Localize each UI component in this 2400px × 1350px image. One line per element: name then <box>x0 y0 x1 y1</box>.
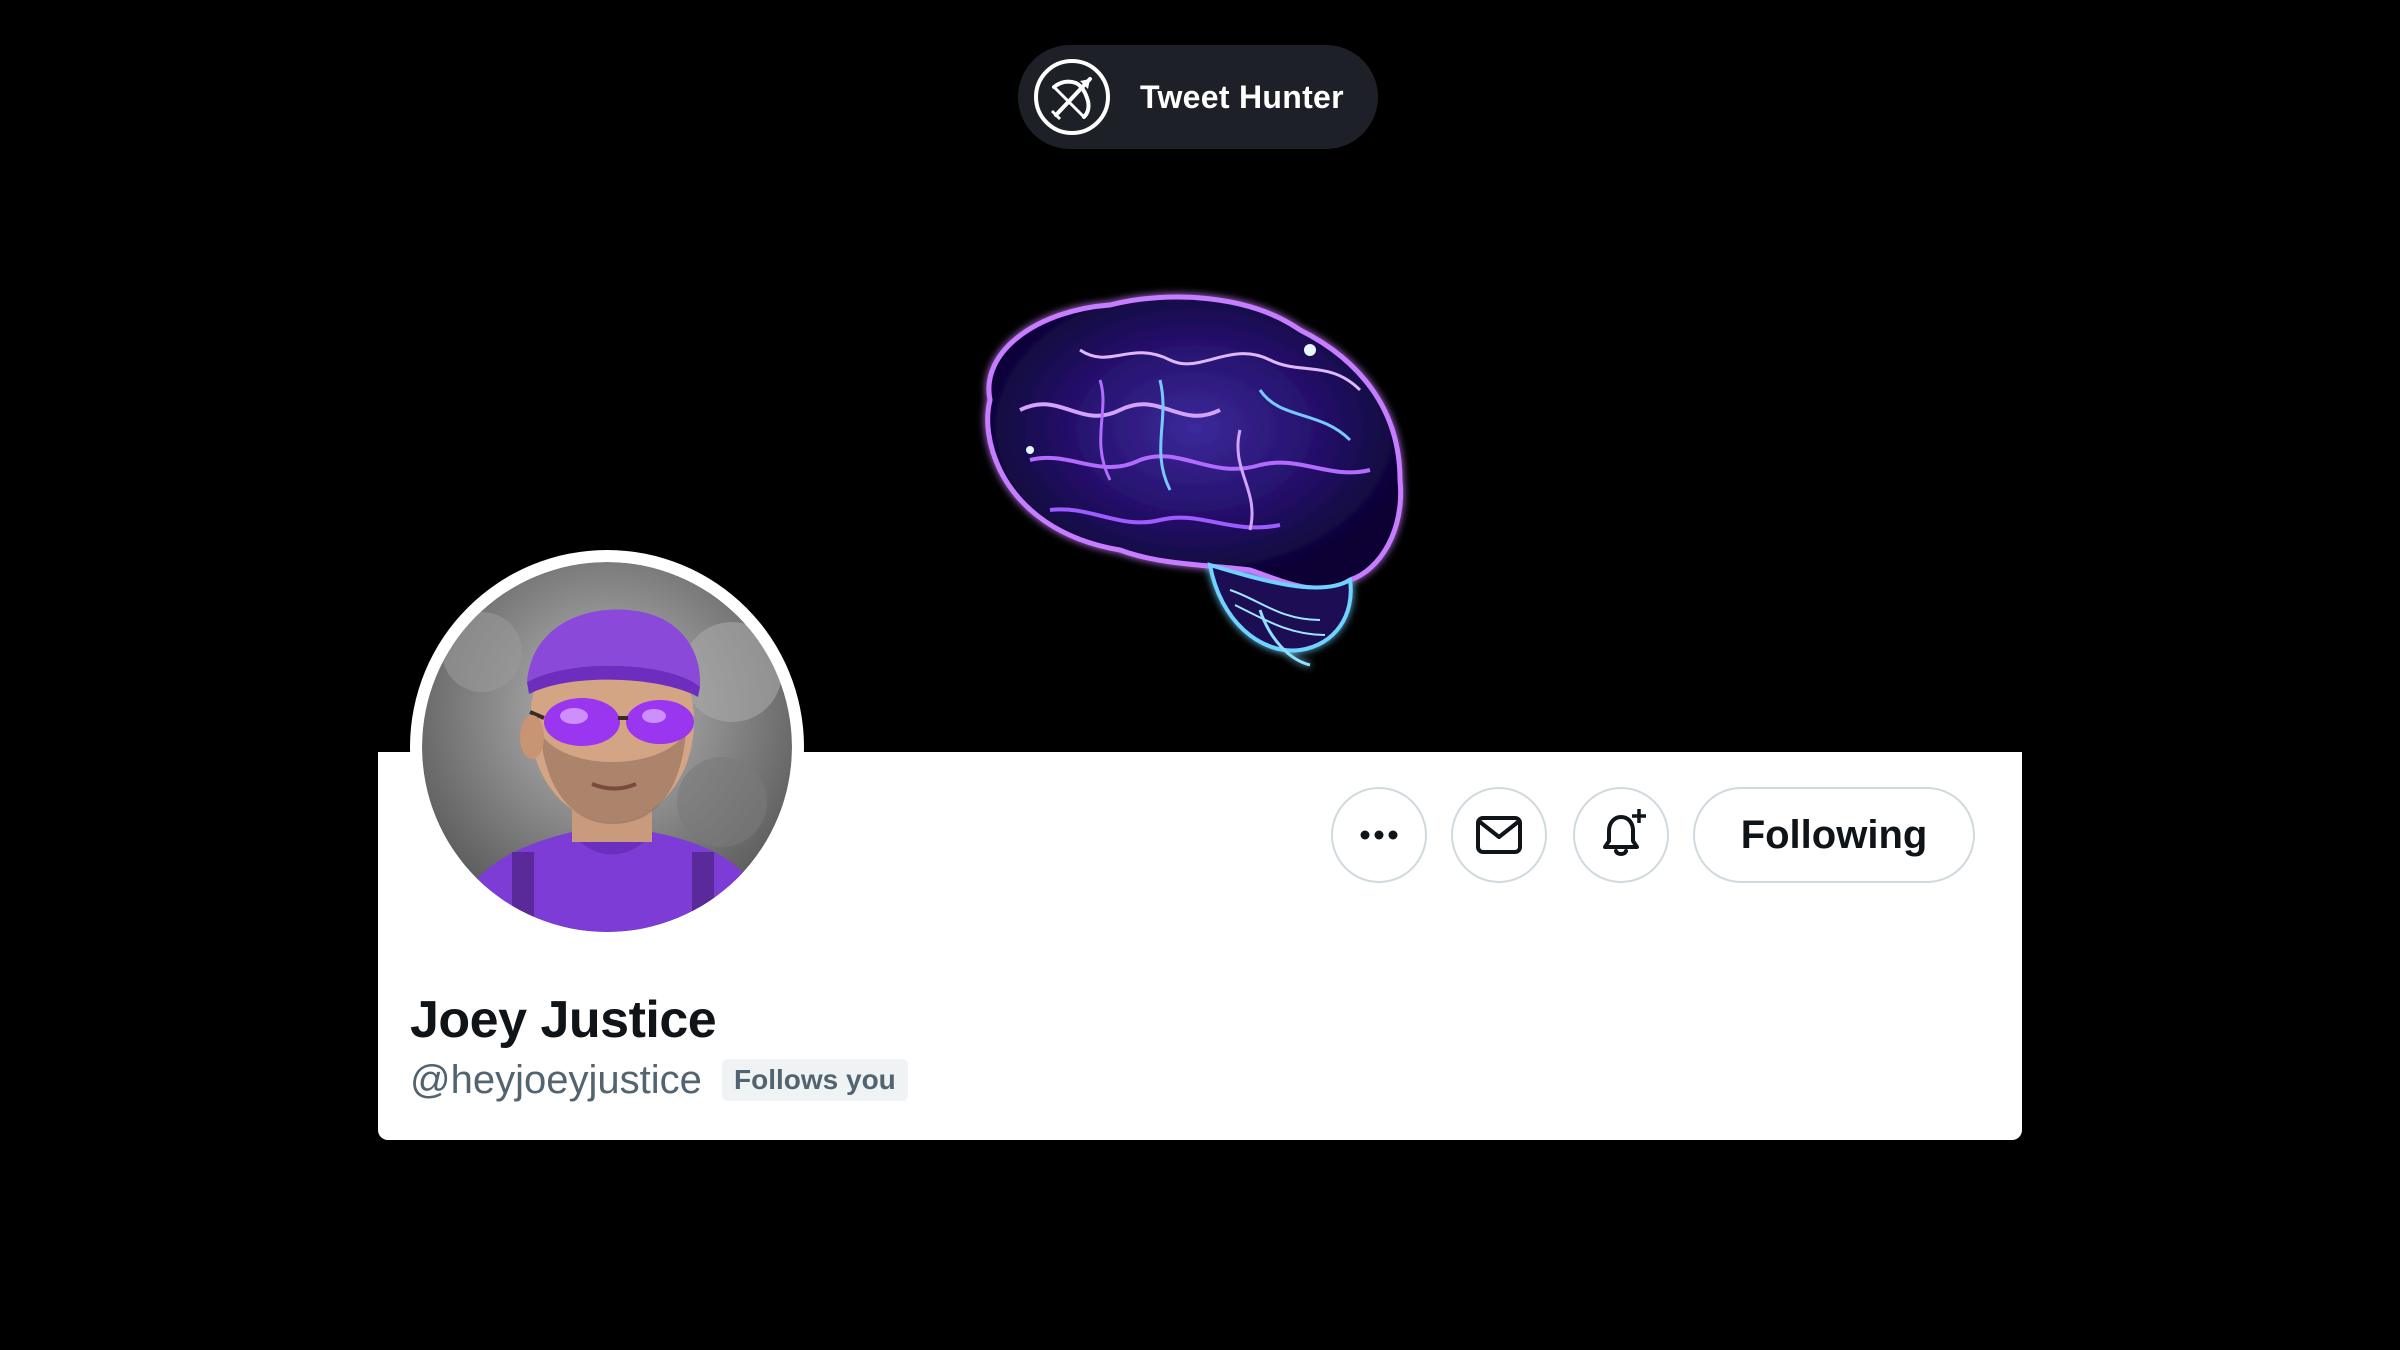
bell-plus-icon <box>1603 809 1646 856</box>
message-button[interactable] <box>1451 787 1547 883</box>
bow-and-arrow-icon <box>1034 59 1110 135</box>
more-options-icon <box>1360 830 1398 840</box>
notifications-button[interactable] <box>1573 787 1669 883</box>
avatar[interactable] <box>410 550 804 944</box>
user-handle[interactable]: @heyjoeyjustice <box>410 1058 702 1103</box>
page: Tweet Hunter Following Joey Justice @hey… <box>0 0 2400 1350</box>
brain-illustration <box>985 294 1404 667</box>
avatar-photo <box>422 562 792 932</box>
following-button[interactable]: Following <box>1693 787 1975 883</box>
brand-name: Tweet Hunter <box>1140 79 1344 115</box>
display-name: Joey Justice <box>410 991 717 1049</box>
envelope-icon <box>1476 816 1522 854</box>
brand-pill: Tweet Hunter <box>1018 45 1378 149</box>
more-options-button[interactable] <box>1331 787 1427 883</box>
follows-you-badge: Follows you <box>722 1059 908 1101</box>
